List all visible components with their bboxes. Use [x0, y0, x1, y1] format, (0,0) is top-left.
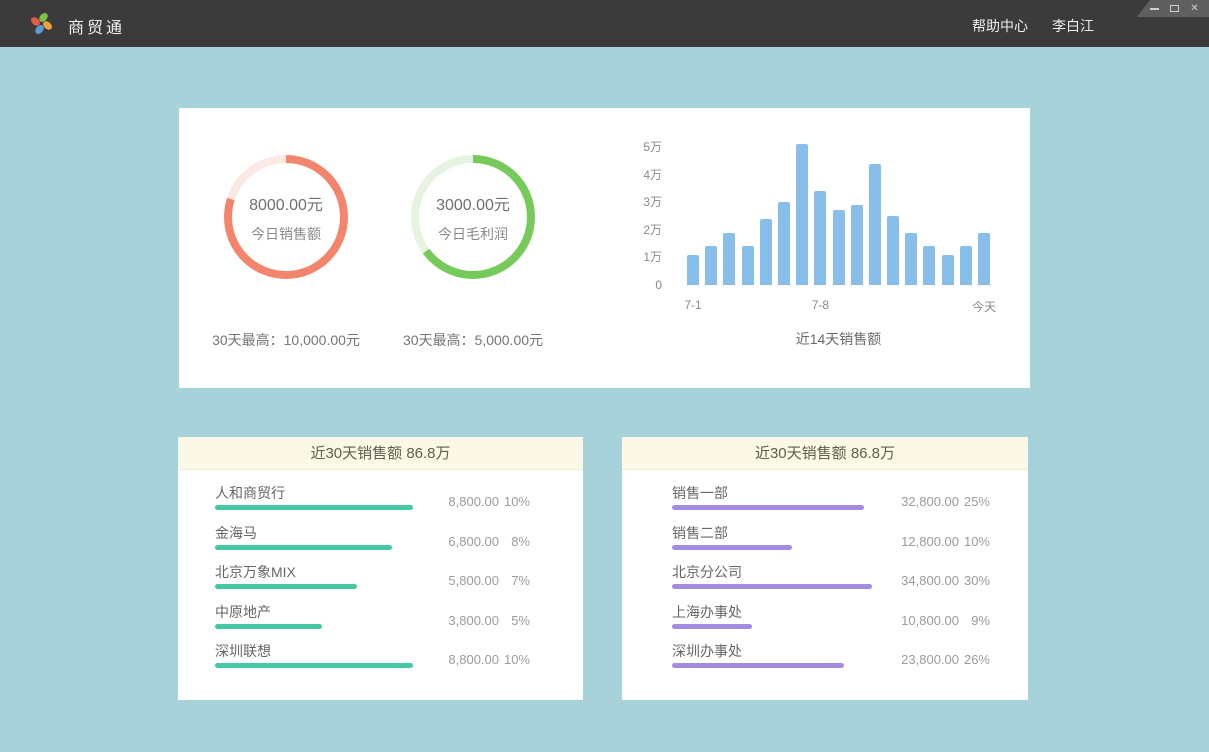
- rank-item-bar: [215, 584, 357, 589]
- dept-rank-card: 近30天销售额 86.8万 销售一部32,800.0025%销售二部12,800…: [622, 437, 1028, 700]
- x-tick-label: 7-1: [684, 298, 701, 312]
- sales-bar: [851, 205, 863, 285]
- rank-item-bar: [215, 545, 392, 550]
- rank-row: 销售一部32,800.0025%: [622, 479, 1028, 519]
- profit-30d-max: 30天最高：5,000.00元: [373, 330, 573, 350]
- maximize-icon[interactable]: [1169, 3, 1180, 14]
- customer-rank-title: 近30天销售额 86.8万: [178, 437, 583, 470]
- sales-chart-y-axis: 5万4万3万2万1万0: [619, 140, 662, 285]
- overview-card: 8000.00元 今日销售额 30天最高：10,000.00元 3000.00元…: [179, 108, 1030, 388]
- rank-item-bar: [215, 505, 413, 510]
- today-sales-label: 今日销售额: [251, 224, 321, 244]
- rank-item-bar: [215, 624, 322, 629]
- rank-row: 金海马6,800.008%: [178, 519, 583, 559]
- today-sales-donut: 8000.00元 今日销售额: [224, 155, 348, 279]
- rank-item-value: 12,800.00: [901, 534, 959, 549]
- rank-row: 上海办事处10,800.009%: [622, 598, 1028, 638]
- close-icon[interactable]: ✕: [1189, 3, 1200, 14]
- rank-row: 深圳联想8,800.0010%: [178, 637, 583, 677]
- rank-item-bar: [215, 663, 413, 668]
- rank-item-value: 8,800.00: [448, 652, 499, 667]
- today-profit-value: 3000.00元: [436, 191, 510, 215]
- sales-30d-max: 30天最高：10,000.00元: [186, 330, 386, 350]
- y-tick-label: 0: [655, 278, 662, 292]
- help-center-link[interactable]: 帮助中心: [972, 16, 1028, 36]
- rank-row: 销售二部12,800.0010%: [622, 519, 1028, 559]
- sales-bar: [778, 202, 790, 285]
- sales-bar: [742, 246, 754, 285]
- sales-bar: [760, 219, 772, 285]
- sales-chart-title: 近14天销售额: [687, 329, 990, 349]
- x-tick-label: 今天: [972, 298, 996, 315]
- today-profit-label: 今日毛利润: [438, 224, 508, 244]
- rank-item-percent: 8%: [496, 534, 530, 549]
- rank-item-percent: 7%: [496, 573, 530, 588]
- rank-item-percent: 10%: [496, 494, 530, 509]
- sales-bar: [942, 255, 954, 285]
- customer-rank-card: 近30天销售额 86.8万 人和商贸行8,800.0010%金海马6,800.0…: [178, 437, 583, 700]
- rank-item-bar: [672, 545, 792, 550]
- rank-row: 人和商贸行8,800.0010%: [178, 479, 583, 519]
- rank-row: 北京万象MIX5,800.007%: [178, 558, 583, 598]
- rank-item-percent: 30%: [956, 573, 990, 588]
- rank-item-percent: 9%: [956, 613, 990, 628]
- rank-item-percent: 25%: [956, 494, 990, 509]
- sales-bar: [960, 246, 972, 285]
- rank-item-bar: [672, 624, 752, 629]
- rank-item-percent: 10%: [496, 652, 530, 667]
- pinwheel-logo-icon: [28, 10, 55, 37]
- rank-item-bar: [672, 663, 844, 668]
- rank-item-percent: 10%: [956, 534, 990, 549]
- sales-bar: [869, 164, 881, 285]
- y-tick-label: 5万: [643, 140, 662, 154]
- app-title: 商贸通: [68, 14, 125, 38]
- sales-bar: [723, 233, 735, 285]
- today-profit-donut-center: 3000.00元 今日毛利润: [419, 163, 527, 271]
- sales-bar: [978, 233, 990, 285]
- rank-item-percent: 5%: [496, 613, 530, 628]
- today-profit-donut: 3000.00元 今日毛利润: [411, 155, 535, 279]
- sales-chart-x-axis: 7-17-8今天: [687, 298, 990, 314]
- rank-row: 北京分公司34,800.0030%: [622, 558, 1028, 598]
- sales-bar: [814, 191, 826, 285]
- rank-item-value: 34,800.00: [901, 573, 959, 588]
- sales-bar: [796, 144, 808, 285]
- today-sales-value: 8000.00元: [249, 191, 323, 215]
- user-menu[interactable]: 李白江: [1052, 16, 1094, 36]
- customer-rank-list: 人和商贸行8,800.0010%金海马6,800.008%北京万象MIX5,80…: [178, 470, 583, 677]
- sales-bar: [833, 210, 845, 285]
- rank-item-value: 3,800.00: [448, 613, 499, 628]
- rank-item-value: 10,800.00: [901, 613, 959, 628]
- dept-rank-list: 销售一部32,800.0025%销售二部12,800.0010%北京分公司34,…: [622, 470, 1028, 677]
- rank-item-value: 6,800.00: [448, 534, 499, 549]
- dept-rank-title: 近30天销售额 86.8万: [622, 437, 1028, 470]
- y-tick-label: 3万: [643, 195, 662, 209]
- title-bar: 商贸通 帮助中心 李白江 ✕: [0, 0, 1209, 47]
- sales-bar: [887, 216, 899, 285]
- rank-item-percent: 26%: [956, 652, 990, 667]
- sales-bar: [923, 246, 935, 285]
- y-tick-label: 1万: [643, 250, 662, 264]
- y-tick-label: 2万: [643, 223, 662, 237]
- window-controls: ✕: [1137, 0, 1209, 17]
- today-sales-donut-center: 8000.00元 今日销售额: [232, 163, 340, 271]
- sales-bar: [905, 233, 917, 285]
- rank-item-bar: [672, 505, 864, 510]
- sales-14d-bar-chart: [687, 140, 990, 285]
- rank-item-bar: [672, 584, 872, 589]
- rank-item-value: 32,800.00: [901, 494, 959, 509]
- sales-bar: [705, 246, 717, 285]
- x-tick-label: 7-8: [812, 298, 829, 312]
- rank-item-value: 8,800.00: [448, 494, 499, 509]
- rank-row: 深圳办事处23,800.0026%: [622, 637, 1028, 677]
- minimize-icon[interactable]: [1149, 3, 1160, 14]
- sales-bar: [687, 255, 699, 285]
- y-tick-label: 4万: [643, 168, 662, 182]
- rank-row: 中原地产3,800.005%: [178, 598, 583, 638]
- rank-item-value: 5,800.00: [448, 573, 499, 588]
- rank-item-value: 23,800.00: [901, 652, 959, 667]
